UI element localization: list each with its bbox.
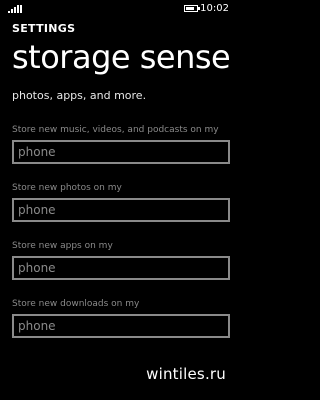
- setting-label: Store new apps on my: [12, 241, 113, 251]
- setting-downloads: Store new downloads on my phone: [12, 298, 230, 338]
- apps-storage-select[interactable]: phone: [12, 256, 230, 280]
- setting-apps: Store new apps on my phone: [12, 240, 230, 280]
- music-storage-select[interactable]: phone: [12, 140, 230, 164]
- signal-strength-icon: [8, 5, 26, 13]
- app-title: SETTINGS: [12, 22, 76, 35]
- page-title: storage sense: [12, 38, 231, 76]
- battery-icon: [184, 5, 200, 12]
- setting-photos: Store new photos on my phone: [12, 182, 230, 222]
- clock: 10:02: [200, 3, 229, 14]
- description-text: photos, apps, and more.: [12, 89, 147, 102]
- page-header: SETTINGS storage sense: [12, 22, 240, 77]
- setting-label: Store new downloads on my: [12, 299, 140, 309]
- photos-storage-select[interactable]: phone: [12, 198, 230, 222]
- setting-label: Store new photos on my: [12, 183, 122, 193]
- status-bar: 10:02: [0, 0, 240, 18]
- setting-music-videos-podcasts: Store new music, videos, and podcasts on…: [12, 124, 230, 164]
- setting-label: Store new music, videos, and podcasts on…: [12, 125, 219, 135]
- watermark: wintiles.ru: [146, 365, 226, 383]
- downloads-storage-select[interactable]: phone: [12, 314, 230, 338]
- settings-list[interactable]: photos, apps, and more. Store new music,…: [12, 78, 230, 358]
